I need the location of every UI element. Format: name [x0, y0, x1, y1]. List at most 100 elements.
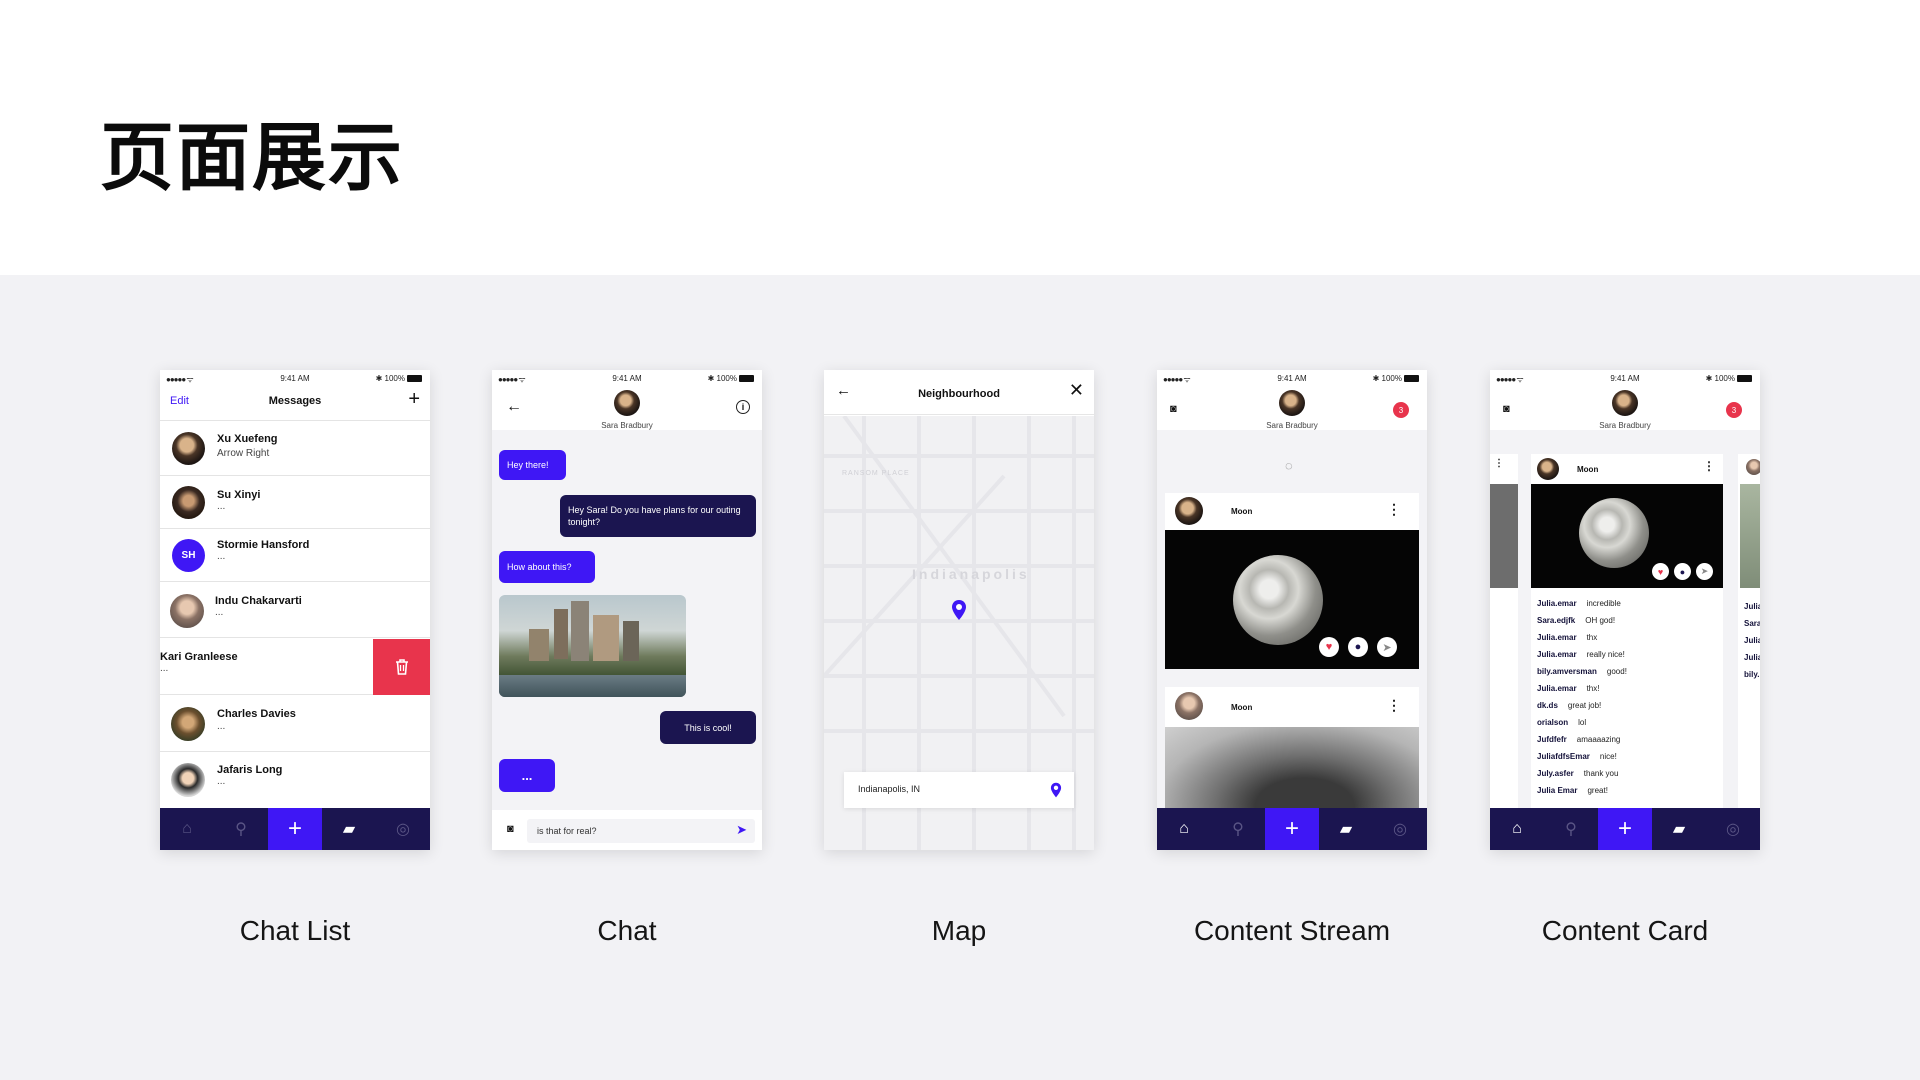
moon-photo: ♥ ● ➤: [1531, 484, 1723, 588]
messages-tab[interactable]: ▰: [1319, 808, 1373, 850]
comment-text: thx: [1586, 633, 1598, 642]
chat-list-item[interactable]: Charles Davies ...: [160, 696, 430, 752]
comment-row: Julia.emar incredible: [1537, 595, 1723, 612]
more-options-icon[interactable]: ⋮: [1387, 697, 1401, 714]
comment-row: orialson lol: [1537, 714, 1723, 731]
add-tab[interactable]: +: [1265, 808, 1319, 850]
message-input[interactable]: is that for real? ➤: [527, 819, 755, 843]
map-screen: ← Neighbourhood ✕ Indianapolis RANSOM PL…: [824, 370, 1094, 850]
send-icon[interactable]: ➤: [736, 822, 747, 838]
home-icon: ⌂: [1179, 820, 1189, 837]
home-tab[interactable]: ⌂: [1490, 808, 1544, 850]
chat-list-item[interactable]: Jafaris Long ...: [160, 753, 430, 808]
comment-row: Julia.emar really nice!: [1537, 646, 1723, 663]
message-received: How about this?: [499, 551, 595, 583]
camera-icon[interactable]: ◙: [1170, 403, 1177, 415]
map-title: Neighbourhood: [918, 388, 1000, 400]
more-options-icon[interactable]: ⋮: [1703, 459, 1715, 473]
comment-user[interactable]: bily.amversman: [1537, 667, 1597, 676]
comment-user[interactable]: JuliafdfsEmar: [1537, 752, 1590, 761]
comment-row: Sara.edjfk OH god!: [1537, 612, 1723, 629]
avatar: [1175, 692, 1203, 720]
header: 页面展示: [0, 0, 1920, 275]
comment-user[interactable]: Julia Emar: [1537, 786, 1577, 795]
tab-bar: ⌂ ⚲ + ▰ ◎: [1490, 808, 1760, 850]
chat-list-item[interactable]: Xu Xuefeng Arrow Right: [160, 421, 430, 476]
card-peek-left[interactable]: ⋮: [1490, 454, 1518, 810]
home-tab[interactable]: ⌂: [1157, 808, 1211, 850]
chat-list-item[interactable]: Su Xinyi ...: [160, 477, 430, 529]
camera-icon[interactable]: ◙: [507, 823, 514, 835]
comment-icon[interactable]: ●: [1348, 637, 1368, 657]
caption-content-card: Content Card: [1541, 915, 1709, 946]
user-name: Sara Bradbury: [1266, 421, 1318, 430]
map-view[interactable]: Indianapolis RANSOM PLACE Indianapolis, …: [824, 416, 1094, 850]
add-chat-button[interactable]: +: [408, 388, 420, 411]
like-icon[interactable]: ♥: [1652, 563, 1669, 580]
add-tab[interactable]: +: [268, 808, 322, 850]
comment-user[interactable]: Julia.emar: [1537, 684, 1577, 693]
comment-row: bily.amversman good!: [1537, 663, 1723, 680]
comment-icon[interactable]: ●: [1674, 563, 1691, 580]
city-label: Indianapolis: [912, 566, 1030, 582]
share-icon[interactable]: ➤: [1696, 563, 1713, 580]
messages-tab[interactable]: ▰: [322, 808, 376, 850]
comment-text: thank you: [1583, 769, 1619, 778]
card-peek-right[interactable]: JuliaSaraJuliaJuliabily.: [1738, 454, 1760, 810]
back-arrow-icon[interactable]: ←: [506, 398, 522, 416]
contact-avatar: [614, 390, 640, 416]
trash-icon: [395, 659, 408, 675]
info-icon[interactable]: i: [736, 400, 750, 414]
status-bar: ●●●●● ᯤ 9:41 AM ✱ 100%: [492, 370, 762, 388]
chat-list-item[interactable]: Indu Chakarvarti ...: [160, 583, 430, 638]
location-search-field[interactable]: Indianapolis, IN: [844, 772, 1074, 808]
messages-tab[interactable]: ▰: [1652, 808, 1706, 850]
more-options-icon[interactable]: ⋮: [1387, 501, 1401, 518]
profile-tab[interactable]: ◎: [1373, 808, 1427, 850]
comment-user[interactable]: Jufdfefr: [1537, 735, 1567, 744]
location-pin-icon[interactable]: [951, 599, 967, 621]
shared-city-photo[interactable]: [499, 595, 686, 697]
share-icon[interactable]: ➤: [1377, 637, 1397, 657]
post-card[interactable]: Moon ⋮ ♥ ● ➤: [1165, 493, 1419, 669]
camera-icon[interactable]: ◙: [1503, 403, 1510, 415]
search-tab[interactable]: ⚲: [1211, 808, 1265, 850]
comment-user[interactable]: Julia.emar: [1537, 599, 1577, 608]
notification-badge[interactable]: 3: [1726, 402, 1742, 418]
delete-button[interactable]: [373, 639, 430, 695]
notification-badge[interactable]: 3: [1393, 402, 1409, 418]
profile-icon: ◎: [1393, 821, 1407, 838]
search-tab[interactable]: ⚲: [1544, 808, 1598, 850]
search-icon: ⚲: [1232, 821, 1244, 838]
user-avatar: [1279, 390, 1305, 416]
message-sent: This is cool!: [660, 711, 756, 744]
post-card[interactable]: Moon ⋮: [1165, 687, 1419, 810]
comment-user[interactable]: Julia.emar: [1537, 633, 1577, 642]
search-tab[interactable]: ⚲: [214, 808, 268, 850]
comment-user[interactable]: orialson: [1537, 718, 1568, 727]
comment-text: amaaaazing: [1576, 735, 1621, 744]
comment-row: JuliafdfsEmar nice!: [1537, 748, 1723, 765]
chat-bubbles-icon: ▰: [1672, 821, 1686, 838]
profile-tab[interactable]: ◎: [1706, 808, 1760, 850]
comment-user[interactable]: Sara.edjfk: [1537, 616, 1575, 625]
content-card[interactable]: Moon ⋮ ♥ ● ➤ Julia.emar incredible Sara.ed…: [1531, 454, 1723, 810]
chat-list-item[interactable]: SH Stormie Hansford ...: [160, 530, 430, 582]
profile-icon: ◎: [396, 821, 410, 838]
close-icon[interactable]: ✕: [1069, 380, 1084, 401]
chat-screen: ●●●●● ᯤ 9:41 AM ✱ 100% ← Sara Bradbury i…: [492, 370, 762, 850]
comment-text: great job!: [1567, 701, 1602, 710]
comment-user[interactable]: Julia.emar: [1537, 650, 1577, 659]
tab-bar: ⌂ ⚲ + ▰ ◎: [160, 808, 430, 850]
comment-user[interactable]: dk.ds: [1537, 701, 1558, 710]
comment-row: July.asfer thank you: [1537, 765, 1723, 782]
location-pin-icon: [1050, 782, 1062, 798]
chat-list-item-swiped[interactable]: Kari Granleese ...: [160, 639, 430, 695]
caption-chat-list: Chat List: [239, 915, 351, 946]
comment-user[interactable]: July.asfer: [1537, 769, 1574, 778]
add-tab[interactable]: +: [1598, 808, 1652, 850]
composer: ◙ is that for real? ➤: [492, 810, 762, 850]
like-icon[interactable]: ♥: [1319, 637, 1339, 657]
home-tab[interactable]: ⌂: [160, 808, 214, 850]
profile-tab[interactable]: ◎: [376, 808, 430, 850]
